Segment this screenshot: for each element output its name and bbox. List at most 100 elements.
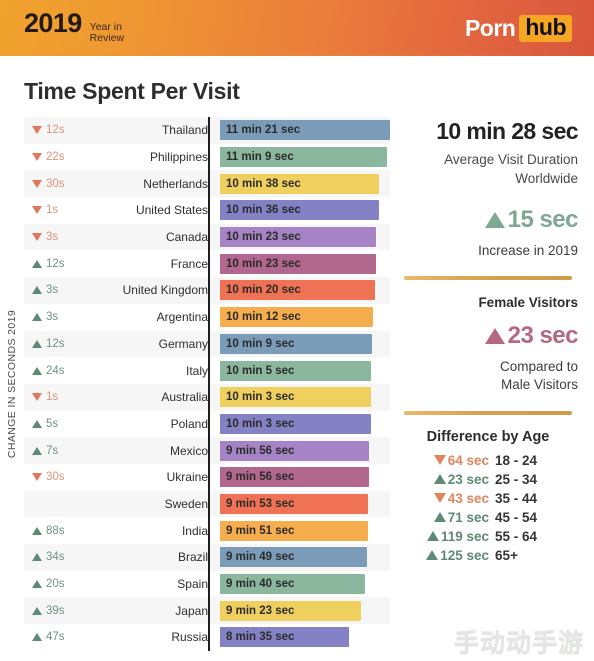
row-change-value: 3s [46, 311, 59, 324]
row-change-value: 12s [46, 257, 65, 270]
row-bar-cell: 10 min 20 sec [218, 277, 390, 304]
female-visitors-note-line1: Compared to [499, 359, 578, 375]
bar-value-label: 9 min 56 sec [226, 471, 295, 484]
row-change-value: 24s [46, 364, 65, 377]
table-row: 30s Ukraine 9 min 56 sec [24, 464, 390, 491]
row-bar-cell: 11 min 9 sec [218, 144, 390, 171]
row-country-label: Germany [158, 336, 208, 351]
table-row: 1s Australia 10 min 3 sec [24, 383, 390, 411]
bar: 9 min 49 sec [220, 547, 367, 568]
table-row: 7s Mexico 9 min 56 sec [24, 437, 390, 464]
age-difference-row: 43 sec 35 - 44 [398, 491, 570, 506]
age-range-label: 25 - 34 [495, 471, 538, 487]
table-row: 88s India 9 min 51 sec [24, 517, 390, 544]
bar-value-label: 9 min 23 sec [226, 604, 295, 617]
site-logo[interactable]: Porn hub [465, 14, 572, 42]
bar-value-label: 10 min 3 sec [226, 417, 295, 430]
row-bar-cell: 10 min 3 sec [218, 384, 390, 411]
age-difference-row: 71 sec 45 - 54 [398, 510, 570, 525]
row-country-label: Mexico [169, 443, 208, 458]
row-bar-cell: 8 min 35 sec [218, 624, 390, 651]
row-bar-cell: 10 min 23 sec [218, 250, 390, 277]
row-country-label: Italy [185, 363, 208, 378]
row-change-value: 3s [46, 284, 59, 297]
triangle-up-icon [433, 512, 446, 523]
row-bar-cell: 9 min 56 sec [218, 437, 390, 464]
chart-axis-line [208, 117, 210, 651]
table-row: 12s Thailand 11 min 21 sec [24, 117, 390, 144]
row-change-value: 7s [46, 444, 59, 457]
bar-value-label: 9 min 49 sec [226, 551, 295, 564]
row-country-label: Thailand [161, 123, 208, 138]
header-subtitle-line2: Review [89, 32, 125, 44]
triangle-up-icon [32, 553, 42, 562]
row-change-cell: 3s [24, 231, 98, 243]
table-row: 3s Canada 10 min 23 sec [24, 223, 390, 251]
bar-value-label: 9 min 40 sec [226, 578, 295, 591]
row-change-value: 12s [46, 337, 65, 350]
row-change-cell: 47s [24, 631, 98, 643]
row-change-value: 30s [46, 177, 65, 190]
row-country-label: Sweden [164, 496, 208, 511]
table-row: 12s France 10 min 23 sec [24, 250, 390, 277]
difference-by-age-title: Difference by Age [426, 428, 550, 445]
triangle-up-icon [426, 550, 439, 561]
triangle-down-icon [32, 206, 42, 215]
row-bar-cell: 9 min 40 sec [218, 571, 390, 598]
triangle-up-icon [484, 211, 505, 228]
table-row: 20s Spain 9 min 40 sec [24, 571, 390, 598]
bar: 8 min 35 sec [220, 627, 349, 648]
row-change-cell: 88s [24, 525, 98, 537]
bar-value-label: 10 min 36 sec [226, 204, 301, 217]
female-visitors-title: Female Visitors [478, 294, 578, 310]
average-duration-caption-line2: Worldwide [515, 170, 578, 186]
age-difference-value: 71 sec [447, 509, 489, 525]
age-difference-value: 43 sec [447, 490, 489, 506]
bar: 10 min 5 sec [220, 360, 371, 381]
row-bar-cell: 10 min 23 sec [218, 224, 390, 251]
age-difference-delta: 64 sec [411, 453, 489, 468]
row-bar-cell: 9 min 56 sec [218, 464, 390, 491]
difference-by-age-block: Difference by Age 64 sec 18 - 24 23 sec 25 … [398, 429, 578, 563]
row-bar-cell: 9 min 51 sec [218, 517, 390, 544]
bar: 10 min 20 sec [220, 280, 375, 301]
triangle-up-icon [484, 328, 505, 345]
age-difference-delta: 71 sec [411, 510, 489, 525]
triangle-up-icon [32, 286, 42, 295]
average-duration-delta: 15 sec [398, 206, 579, 234]
page-header: 2019 Year in Review Porn hub [0, 0, 594, 56]
age-difference-row: 125 sec 65+ [398, 548, 570, 563]
triangle-up-icon [32, 366, 42, 375]
average-duration-block: 10 min 28 sec Average Visit Duration Wor… [398, 117, 578, 260]
header-branding: 2019 Year in Review [24, 9, 125, 47]
bar-chart-panel: CHANGE IN SECONDS 2019 12s Thailand 11 min… [0, 117, 390, 651]
bar-value-label: 10 min 9 sec [226, 337, 295, 350]
row-change-cell: 12s [24, 124, 98, 136]
row-country-label: France [170, 256, 208, 271]
triangle-up-icon [32, 580, 42, 589]
table-row: 22s Philippines 11 min 9 sec [24, 144, 390, 171]
age-difference-delta: 119 sec [411, 529, 489, 544]
bar-value-label: 10 min 5 sec [226, 364, 295, 377]
age-range-label: 65+ [495, 547, 518, 563]
row-change-value: 12s [46, 124, 65, 137]
difference-by-age-list: 64 sec 18 - 24 23 sec 25 - 34 43 sec 35 - 44 7… [398, 453, 578, 563]
bar-value-label: 9 min 51 sec [226, 524, 295, 537]
bar-value-label: 10 min 12 sec [226, 311, 301, 324]
row-country-label: Argentina [156, 310, 208, 325]
triangle-up-icon [32, 633, 42, 642]
bar-value-label: 9 min 56 sec [226, 444, 295, 457]
triangle-up-icon [426, 531, 439, 542]
table-row: 1s United States 10 min 36 sec [24, 197, 390, 224]
table-row: 30s Netherlands 10 min 38 sec [24, 170, 390, 198]
average-duration-caption: Average Visit Duration Worldwide [398, 151, 578, 187]
chart-axis-title-label: CHANGE IN SECONDS 2019 [6, 309, 18, 459]
row-change-cell: 1s [24, 204, 98, 216]
age-difference-value: 125 sec [440, 547, 489, 563]
bar: 10 min 3 sec [220, 387, 371, 408]
table-row: Sweden 9 min 53 sec [24, 490, 390, 518]
age-difference-delta: 125 sec [411, 548, 489, 563]
chart-rows: 12s Thailand 11 min 21 sec 22s Philippines 11… [24, 117, 390, 651]
bar: 10 min 12 sec [220, 307, 373, 328]
table-row: 34s Brazil 9 min 49 sec [24, 544, 390, 571]
